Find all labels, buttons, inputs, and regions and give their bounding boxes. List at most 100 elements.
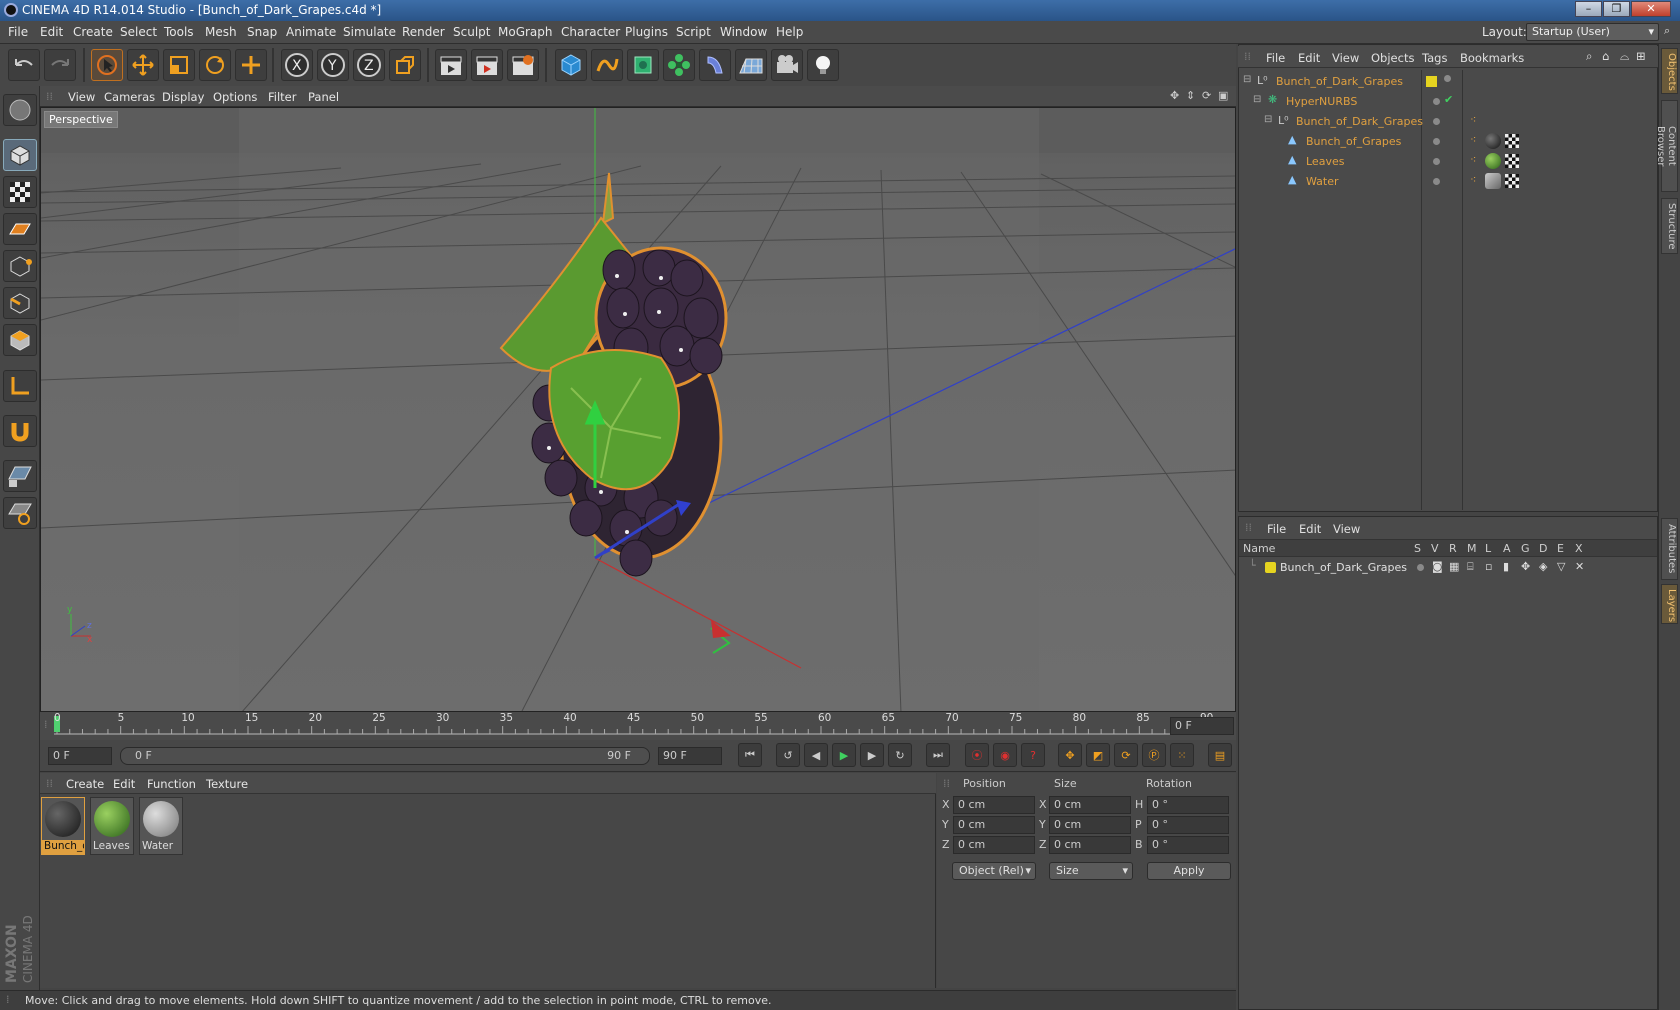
object-menu-edit[interactable]: Edit <box>1298 51 1320 65</box>
visibility-dot[interactable] <box>1444 75 1451 82</box>
transform-tool-button[interactable] <box>235 49 267 81</box>
coordinate-system-button[interactable] <box>389 49 421 81</box>
menu-simulate[interactable]: Simulate <box>343 25 396 39</box>
coordinate-mode-dropdown[interactable]: Object (Rel) ▾ <box>952 862 1036 880</box>
uvw-tag-icon[interactable] <box>1505 174 1519 188</box>
planar-workplane-button[interactable] <box>3 497 37 529</box>
zoom-view-icon[interactable]: ⇕ <box>1186 89 1195 102</box>
column-view[interactable]: V <box>1431 542 1439 555</box>
record-keys-button[interactable]: ⦿ <box>965 743 989 767</box>
object-menu-tags[interactable]: Tags <box>1422 51 1447 65</box>
layer-menu-edit[interactable]: Edit <box>1299 522 1321 536</box>
visibility-dot[interactable] <box>1433 178 1440 185</box>
spline-button[interactable] <box>591 49 623 81</box>
object-row[interactable]: ▲ Bunch_of_Grapes ⁖ <box>1240 132 1640 152</box>
menu-character[interactable]: Character <box>561 25 620 39</box>
step-back-button[interactable]: ◀ <box>804 743 828 767</box>
collapse-icon[interactable]: ⊟ <box>1243 74 1251 85</box>
object-menu-file[interactable]: File <box>1266 51 1285 65</box>
layer-color-swatch[interactable] <box>1426 76 1437 87</box>
render-to-picture-viewer-button[interactable] <box>471 49 503 81</box>
menu-snap[interactable]: Snap <box>247 25 277 39</box>
material-tag-icon[interactable] <box>1485 133 1501 149</box>
xref-icon[interactable]: ✕ <box>1575 560 1584 573</box>
scale-tool-button[interactable] <box>163 49 195 81</box>
viewport-menu-filter[interactable]: Filter <box>268 90 296 104</box>
undo-button[interactable] <box>8 49 40 81</box>
material-menu-function[interactable]: Function <box>147 777 196 791</box>
render-clapper-icon[interactable]: ▦ <box>1449 560 1459 573</box>
key-rotation-button[interactable]: ⟳ <box>1114 743 1138 767</box>
menu-window[interactable]: Window <box>720 25 767 39</box>
live-selection-button[interactable] <box>91 49 123 81</box>
key-scale-button[interactable]: ◩ <box>1086 743 1110 767</box>
column-manager[interactable]: M <box>1467 542 1477 555</box>
menu-sculpt[interactable]: Sculpt <box>453 25 490 39</box>
redo-button[interactable] <box>44 49 76 81</box>
texture-mode-button[interactable] <box>3 176 37 208</box>
keyframe-selection-button[interactable]: ? <box>1021 743 1045 767</box>
snap-button[interactable] <box>3 415 37 447</box>
size-z-field[interactable]: 0 cm <box>1049 836 1131 854</box>
light-button[interactable] <box>807 49 839 81</box>
viewport-menu-display[interactable]: Display <box>162 90 204 104</box>
deformer-icon[interactable]: ◈ <box>1539 560 1547 573</box>
key-parameter-button[interactable]: Ⓟ <box>1142 743 1166 767</box>
render-settings-button[interactable] <box>507 49 539 81</box>
column-locked[interactable]: L <box>1485 542 1491 555</box>
timeline-window-button[interactable]: ▤ <box>1208 743 1232 767</box>
visibility-dot[interactable] <box>1433 138 1440 145</box>
maximize-button[interactable]: ❐ <box>1603 1 1630 17</box>
floor-button[interactable] <box>735 49 767 81</box>
y-axis-lock-button[interactable]: Y <box>317 49 349 81</box>
visibility-dot[interactable] <box>1433 118 1440 125</box>
uvw-tag-icon[interactable] <box>1505 134 1519 148</box>
column-solo[interactable]: S <box>1414 542 1421 555</box>
search-icon[interactable]: ⌕ <box>1586 49 1592 64</box>
viewport-menu-cameras[interactable]: Cameras <box>104 90 155 104</box>
object-row[interactable]: ▲ Leaves ⁖ <box>1240 152 1640 172</box>
deformer-button[interactable] <box>699 49 731 81</box>
layer-color-swatch[interactable] <box>1265 562 1276 573</box>
tab-structure[interactable]: Structure <box>1661 198 1678 254</box>
fold-icon[interactable]: ⌓ <box>1620 49 1629 64</box>
position-x-field[interactable]: 0 cm <box>953 796 1035 814</box>
key-pla-button[interactable]: ⁙ <box>1170 743 1194 767</box>
menu-tools[interactable]: Tools <box>164 25 194 39</box>
collapse-icon[interactable]: ⊟ <box>1264 114 1272 125</box>
visibility-dot[interactable] <box>1433 98 1440 105</box>
uvw-tag-icon[interactable] <box>1505 154 1519 168</box>
layer-menu-file[interactable]: File <box>1267 522 1286 536</box>
column-animation[interactable]: A <box>1503 542 1511 555</box>
axis-mode-button[interactable] <box>3 370 37 402</box>
go-to-start-button[interactable]: ⏮ <box>738 743 762 767</box>
object-row[interactable]: ⊟ L⁰ Bunch_of_Dark_Grapes <box>1240 72 1640 92</box>
rotation-b-field[interactable]: 0 ° <box>1147 836 1229 854</box>
go-to-end-button[interactable]: ⏭ <box>926 743 950 767</box>
workplane-lock-button[interactable] <box>3 460 37 492</box>
polygons-mode-button[interactable] <box>3 324 37 356</box>
column-render[interactable]: R <box>1449 542 1457 555</box>
prev-keyframe-button[interactable]: ↺ <box>776 743 800 767</box>
tab-attributes[interactable]: Attributes <box>1661 518 1678 580</box>
menu-mograph[interactable]: MoGraph <box>498 25 553 39</box>
phong-tag-icon[interactable]: ⁖ <box>1470 153 1476 166</box>
column-expressions[interactable]: E <box>1557 542 1564 555</box>
menu-mesh[interactable]: Mesh <box>205 25 237 39</box>
points-mode-button[interactable] <box>3 250 37 282</box>
search-icon[interactable]: ⌕ <box>1664 24 1670 38</box>
manager-tree-icon[interactable]: ⌸ <box>1467 560 1474 574</box>
menu-edit[interactable]: Edit <box>40 25 63 39</box>
menu-render[interactable]: Render <box>402 25 445 39</box>
next-keyframe-button[interactable]: ↻ <box>888 743 912 767</box>
workplane-mode-button[interactable] <box>3 213 37 245</box>
object-menu-view[interactable]: View <box>1332 51 1359 65</box>
generator-icon[interactable]: ✥ <box>1521 560 1530 573</box>
lock-icon[interactable]: ▫ <box>1485 560 1492 573</box>
step-forward-button[interactable]: ▶ <box>860 743 884 767</box>
solo-toggle[interactable] <box>1417 564 1424 571</box>
new-panel-icon[interactable]: ⊞ <box>1636 49 1646 63</box>
phong-tag-icon[interactable]: ⁖ <box>1470 133 1476 146</box>
size-mode-dropdown[interactable]: Size ▾ <box>1049 862 1133 880</box>
cube-primitive-button[interactable] <box>555 49 587 81</box>
